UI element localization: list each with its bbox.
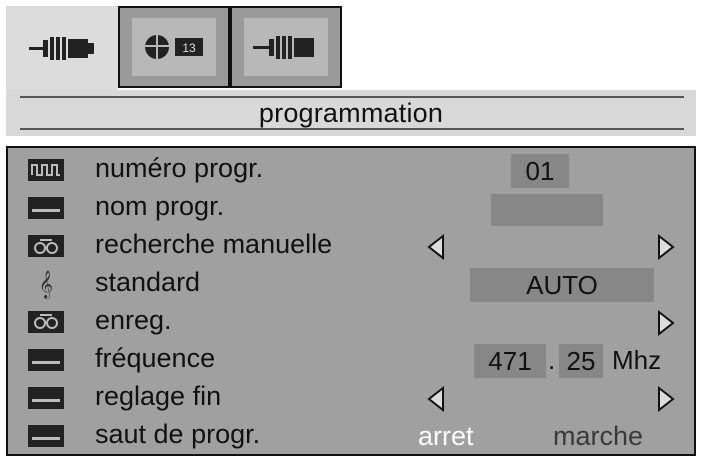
arrow-left-icon[interactable]: [426, 386, 446, 412]
program-name-field[interactable]: [491, 194, 603, 226]
row-label: recherche manuelle: [95, 229, 333, 259]
settings-panel: numéro progr. 01 nom progr. recherche ma…: [6, 146, 696, 456]
menu-row-manual-search[interactable]: recherche manuelle: [8, 228, 694, 264]
search-icon: [28, 234, 64, 258]
menu-row-standard[interactable]: 𝄞 standard AUTO: [8, 266, 694, 302]
menu-row-fine-tune[interactable]: reglage fin: [8, 380, 694, 416]
title-bar: programmation: [6, 90, 696, 136]
frequency-integer[interactable]: 471: [474, 344, 546, 378]
row-label: fréquence: [95, 343, 216, 373]
frequency-decimal-separator: .: [548, 345, 556, 375]
arrow-right-icon[interactable]: [656, 386, 676, 412]
arrow-left-icon[interactable]: [426, 234, 446, 260]
arrow-right-icon[interactable]: [656, 310, 676, 336]
title-bottom-rule: [20, 128, 684, 130]
standard-value[interactable]: AUTO: [470, 268, 654, 302]
menu-row-record[interactable]: enreg.: [8, 304, 694, 340]
page-title: programmation: [258, 98, 444, 128]
menu-row-program-name[interactable]: nom progr.: [8, 190, 694, 226]
program-number-value[interactable]: 01: [511, 154, 569, 188]
tab-bar: 13: [6, 6, 346, 90]
row-label: standard: [95, 267, 201, 297]
menu-row-frequency[interactable]: fréquence 471 . 25 Mhz: [8, 342, 694, 378]
satellite-channel-icon: 13: [132, 18, 216, 76]
arrow-right-icon[interactable]: [656, 234, 676, 260]
tab-cable[interactable]: [230, 6, 342, 88]
row-label: numéro progr.: [95, 153, 264, 183]
cable-connector-icon: [244, 18, 328, 76]
row-label: enreg.: [95, 305, 172, 335]
menu-row-program-number[interactable]: numéro progr. 01: [8, 152, 694, 188]
fine-tune-icon: [28, 386, 64, 410]
skip-option-arret[interactable]: arret: [418, 421, 474, 452]
antenna-connector-icon: [20, 19, 104, 77]
frequency-icon: [28, 348, 64, 372]
record-icon: [28, 310, 64, 334]
frequency-unit: Mhz: [612, 345, 662, 375]
tab-satellite[interactable]: 13: [118, 6, 230, 88]
skip-option-marche[interactable]: marche: [553, 421, 643, 452]
name-icon: [28, 196, 64, 220]
row-label: nom progr.: [95, 191, 225, 221]
channel-badge: 13: [182, 41, 196, 55]
tab-antenna[interactable]: [6, 6, 118, 90]
menu-row-skip-program[interactable]: saut de progr. arret marche: [8, 418, 694, 454]
skip-icon: [28, 424, 64, 448]
row-label: saut de progr.: [95, 419, 261, 449]
treble-clef-icon: 𝄞: [38, 270, 54, 298]
frequency-decimal[interactable]: 25: [559, 344, 603, 378]
channel-number-icon: [28, 158, 64, 182]
row-label: reglage fin: [95, 381, 222, 411]
